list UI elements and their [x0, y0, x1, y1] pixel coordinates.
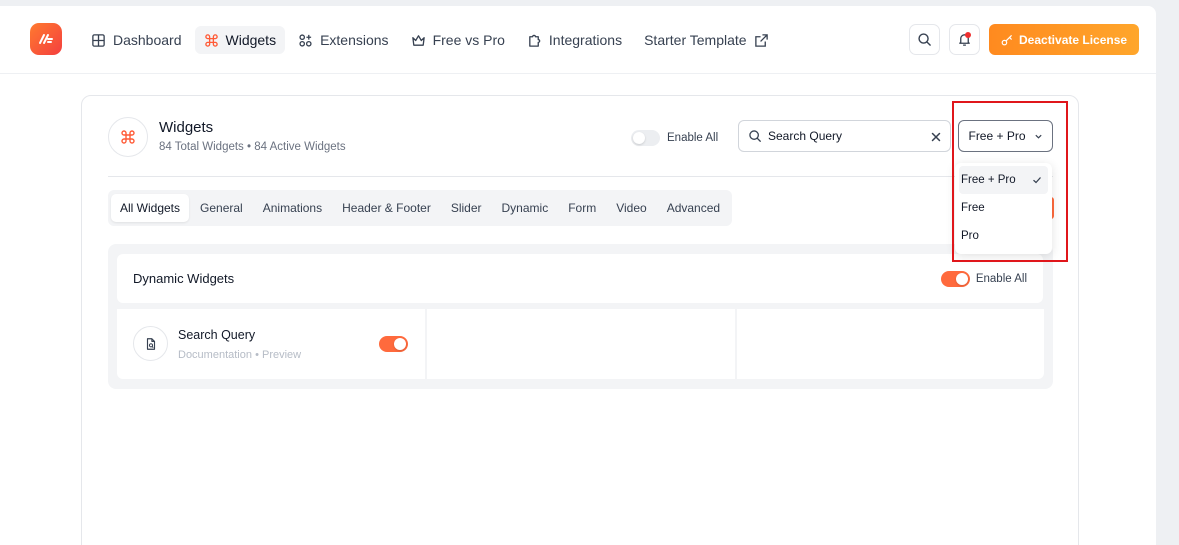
enable-all-global: Enable All	[631, 130, 718, 146]
plan-filter-dropdown: Free + Pro Free Pro	[955, 163, 1052, 254]
category-tabs: All Widgets General Animations Header & …	[108, 190, 733, 226]
nav-extensions[interactable]: Extensions	[289, 26, 397, 54]
extensions-icon	[298, 33, 313, 48]
crown-icon	[411, 33, 426, 48]
nav-extensions-label: Extensions	[320, 32, 389, 48]
grid-icon	[91, 33, 106, 48]
tab-dynamic[interactable]: Dynamic	[493, 194, 558, 222]
nav-widgets[interactable]: Widgets	[194, 26, 286, 54]
notification-dot	[965, 32, 971, 38]
enable-all-label: Enable All	[667, 132, 719, 144]
command-icon	[204, 33, 219, 48]
widget-search-input[interactable]	[768, 129, 918, 143]
chevron-down-icon	[1034, 134, 1042, 139]
deactivate-license-button[interactable]: Deactivate License	[989, 24, 1140, 55]
nav-dashboard-label: Dashboard	[113, 32, 182, 48]
widgets-command-icon	[108, 117, 148, 157]
panel-title: Widgets	[159, 119, 214, 136]
widget-search-field[interactable]	[738, 120, 951, 152]
empty-widget-cell	[427, 309, 735, 379]
top-navigation-bar: Dashboard Widgets Extensions Free vs Pro…	[0, 6, 1156, 74]
link-separator: •	[255, 349, 259, 361]
notifications-button[interactable]	[949, 24, 980, 55]
option-free-pro[interactable]: Free + Pro	[959, 166, 1048, 194]
section-enable-all-toggle[interactable]	[940, 271, 970, 287]
search-icon	[749, 130, 761, 142]
option-free[interactable]: Free	[959, 194, 1048, 222]
logo-mark-icon	[39, 34, 53, 44]
app-logo[interactable]	[30, 23, 62, 55]
tab-advanced[interactable]: Advanced	[658, 194, 729, 222]
toggle-knob	[633, 132, 645, 144]
nav-widgets-label: Widgets	[225, 32, 277, 48]
widget-links: Documentation • Preview	[178, 349, 301, 361]
toggle-knob	[394, 338, 406, 350]
option-label: Free + Pro	[961, 174, 1016, 186]
global-search-button[interactable]	[909, 24, 940, 55]
nav-dashboard[interactable]: Dashboard	[82, 26, 191, 54]
key-icon	[1001, 34, 1012, 45]
deactivate-license-label: Deactivate License	[1019, 32, 1128, 47]
plan-filter-select[interactable]: Free + Pro	[958, 120, 1053, 152]
tab-form[interactable]: Form	[559, 194, 605, 222]
toggle-knob	[955, 273, 968, 285]
nav-starter-template[interactable]: Starter Template	[635, 26, 777, 54]
search-document-icon	[133, 326, 168, 361]
documentation-link[interactable]: Documentation	[178, 349, 252, 361]
tab-all-widgets[interactable]: All Widgets	[111, 194, 190, 222]
plan-filter-value: Free + Pro	[968, 129, 1026, 143]
widget-grid: Search Query Documentation • Preview	[117, 309, 1044, 379]
dynamic-widgets-section: Dynamic Widgets Enable All Search Query …	[108, 244, 1053, 389]
section-title: Dynamic Widgets	[133, 271, 235, 286]
section-enable-all-label: Enable All	[975, 273, 1027, 285]
empty-widget-cell	[737, 309, 1044, 379]
nav-starter-template-label: Starter Template	[644, 32, 747, 48]
widgets-panel: Widgets 84 Total Widgets • 84 Active Wid…	[81, 95, 1079, 545]
main-nav: Dashboard Widgets Extensions Free vs Pro…	[82, 26, 778, 54]
nav-free-vs-pro-label: Free vs Pro	[432, 32, 505, 48]
tab-video[interactable]: Video	[607, 194, 655, 222]
option-label: Pro	[961, 230, 979, 242]
widget-name: Search Query	[178, 328, 256, 342]
nav-free-vs-pro[interactable]: Free vs Pro	[402, 26, 514, 54]
panel-subtitle: 84 Total Widgets • 84 Active Widgets	[159, 141, 346, 153]
tab-general[interactable]: General	[191, 194, 252, 222]
widget-card-search-query: Search Query Documentation • Preview	[117, 309, 425, 379]
tab-header-footer[interactable]: Header & Footer	[333, 194, 440, 222]
widget-toggle-search-query[interactable]	[379, 336, 408, 352]
nav-integrations-label: Integrations	[548, 32, 623, 48]
option-label: Free	[961, 202, 985, 214]
header-actions: Deactivate License	[909, 24, 1140, 55]
tab-slider[interactable]: Slider	[442, 194, 491, 222]
enable-all-toggle[interactable]	[631, 130, 660, 146]
search-icon	[918, 33, 931, 46]
section-enable-all: Enable All	[940, 271, 1027, 287]
preview-link[interactable]: Preview	[262, 349, 301, 361]
header-divider	[108, 176, 1053, 177]
tab-animations[interactable]: Animations	[254, 194, 331, 222]
section-header: Dynamic Widgets Enable All	[117, 254, 1043, 303]
external-link-icon	[754, 33, 769, 48]
option-pro[interactable]: Pro	[959, 222, 1048, 250]
clear-search-icon[interactable]	[929, 130, 941, 142]
puzzle-icon	[527, 33, 542, 48]
nav-integrations[interactable]: Integrations	[518, 26, 631, 54]
check-icon	[1033, 177, 1041, 184]
